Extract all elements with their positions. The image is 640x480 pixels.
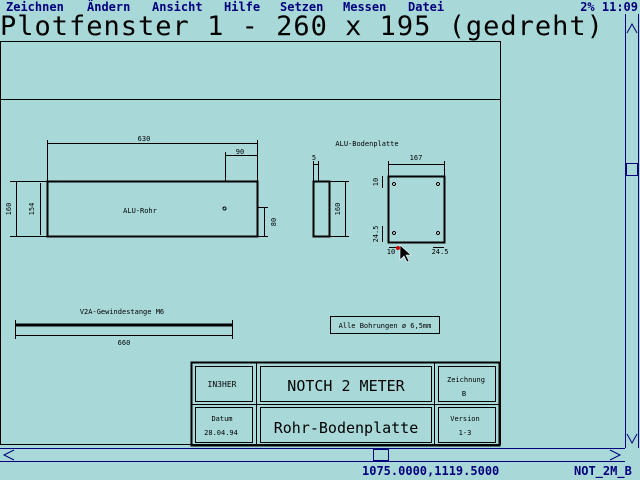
vertical-scroll-thumb[interactable] [626,163,638,176]
version-label: Version [450,415,480,423]
drawing-value: B [462,390,466,398]
horizontal-scrollbar[interactable] [0,448,625,462]
note-text: Alle Bohrungen ø 6,5mm [339,322,432,330]
dim-5-label: 5 [312,154,316,162]
dim-160-label: 160 [5,203,13,216]
plate-hole [392,231,396,235]
dim-plate-bottom-right-label: 24.5 [432,248,449,256]
company-label: IN3HER [208,380,237,389]
horizontal-scroll-thumb[interactable] [373,449,389,461]
scroll-left-icon[interactable] [2,449,15,461]
tube-side-view [312,180,331,238]
cad-canvas[interactable]: 630 90 ALU-Rohr 160 154 80 5 160 ALU-Bod… [0,0,640,480]
rod-label: V2A-Gewindestange M6 [80,308,164,316]
dim-side-160-label: 160 [334,203,342,216]
drawing-subtitle: Rohr-Bodenplatte [274,419,419,437]
plate-hole [392,182,396,186]
dim-90-label: 90 [236,148,244,156]
date-label: Datum [211,415,232,423]
scroll-down-icon[interactable] [626,433,638,445]
date-value: 28.04.94 [204,429,238,437]
dim-630-label: 630 [138,135,151,143]
dim-plate-top-label: 10 [372,178,380,186]
tube-label: ALU-Rohr [123,207,157,215]
drawing-label: Zeichnung [447,376,485,384]
mouse-pointer-icon [396,244,412,263]
vertical-scrollbar[interactable] [625,14,639,448]
dim-plate-left-label: 24.5 [372,226,380,243]
dim-plate-bottom-label: 10 [387,248,395,256]
dim-80-label: 80 [270,218,278,226]
version-value: 1-3 [459,429,472,437]
plate-hole [436,231,440,235]
drawing-filename: NOT_2M_B [574,464,632,478]
dim-660-label: 660 [118,339,131,347]
scroll-right-icon[interactable] [609,449,622,461]
plate-label: ALU-Bodenplatte [335,140,398,148]
dim-167-label: 167 [410,154,423,162]
dim-154-label: 154 [28,203,36,216]
cursor-coordinates: 1075.0000,1119.5000 [362,464,500,478]
tube-hole [222,206,227,211]
drawing-title: NOTCH 2 METER [287,377,405,395]
window-title: Plotfenster 1 - 260 x 195 (gedreht) [0,12,604,42]
plate-hole [436,182,440,186]
